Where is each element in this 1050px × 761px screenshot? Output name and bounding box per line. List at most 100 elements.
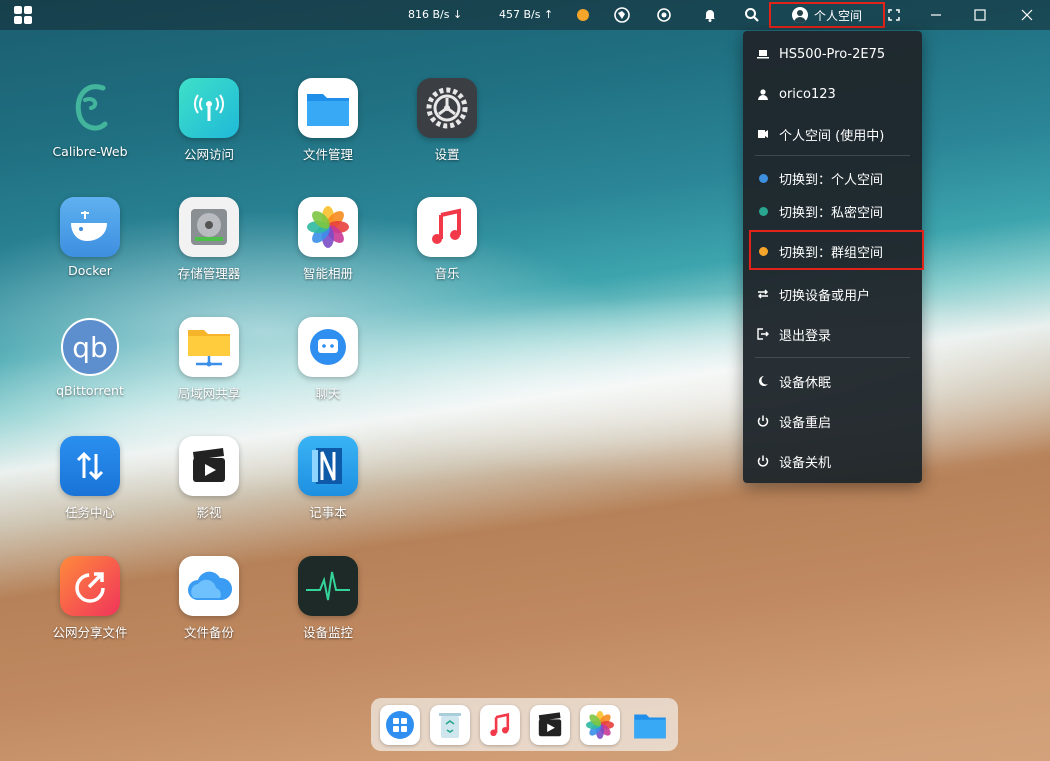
- private-space-dot: [758, 206, 768, 216]
- app-device-monitor[interactable]: 设备监控: [278, 556, 378, 656]
- fullscreen-icon[interactable]: [884, 5, 904, 25]
- dock-photos-icon[interactable]: [579, 704, 620, 745]
- maximize-button[interactable]: [970, 5, 990, 25]
- app-docker[interactable]: Docker: [40, 197, 140, 297]
- space-icon: [757, 128, 769, 140]
- storage-manager-icon: [179, 197, 239, 257]
- app-notepad[interactable]: 记事本: [278, 436, 378, 536]
- app-public-share[interactable]: 公网分享文件: [40, 556, 140, 656]
- app-label: 音乐: [434, 266, 460, 281]
- app-public-access[interactable]: 公网访问: [159, 78, 259, 178]
- start-menu-icon[interactable]: [14, 6, 32, 24]
- menu-restart[interactable]: 设备重启: [743, 407, 922, 435]
- username-label: orico123: [779, 86, 836, 102]
- video-icon: [179, 436, 239, 496]
- app-music[interactable]: 音乐: [397, 197, 497, 297]
- public-access-icon: [179, 78, 239, 138]
- user-icon: [757, 88, 769, 100]
- app-label: 公网访问: [183, 147, 234, 162]
- app-label: Docker: [68, 263, 112, 278]
- app-chat[interactable]: 聊天: [278, 317, 378, 417]
- notification-bell-icon[interactable]: [701, 6, 719, 24]
- user-avatar-icon: [791, 7, 808, 23]
- app-label: 设置: [434, 147, 460, 162]
- device-monitor-icon: [298, 556, 358, 616]
- power-icon: [757, 455, 769, 467]
- qbittorrent-icon: qb: [60, 317, 120, 377]
- dock-recycle-bin-icon[interactable]: [429, 704, 470, 745]
- file-backup-icon: [179, 556, 239, 616]
- file-manager-icon: [298, 78, 358, 138]
- task-center-icon: [60, 436, 120, 496]
- app-calibre-web[interactable]: Calibre-Web: [40, 78, 140, 178]
- search-icon[interactable]: [743, 6, 761, 24]
- app-label: 聊天: [315, 386, 341, 401]
- app-lan-share[interactable]: 局域网共享: [159, 317, 259, 417]
- svg-text:qb: qb: [72, 331, 108, 364]
- group-space-highlight: [749, 230, 924, 270]
- music-icon: [417, 197, 477, 257]
- switch-personal-label: 切换到：个人空间: [779, 172, 884, 188]
- app-label: Calibre-Web: [52, 144, 128, 159]
- settings-icon: [417, 78, 477, 138]
- space-switch-label: 个人空间: [813, 8, 862, 23]
- app-label: 智能相册: [302, 266, 353, 281]
- sleep-label: 设备休眠: [779, 375, 832, 391]
- menu-separator: [755, 357, 910, 358]
- app-file-backup[interactable]: 文件备份: [159, 556, 259, 656]
- dock: [371, 698, 678, 751]
- app-file-manager[interactable]: 文件管理: [278, 78, 378, 178]
- download-speed: 816 B/s ↓: [408, 8, 463, 21]
- restart-label: 设备重启: [779, 415, 832, 431]
- shutdown-label: 设备关机: [779, 455, 832, 471]
- public-share-icon: [60, 556, 120, 616]
- dock-video-icon[interactable]: [529, 704, 570, 745]
- current-space-label: 个人空间 (使用中): [779, 128, 885, 144]
- notepad-icon: [298, 436, 358, 496]
- app-smart-album[interactable]: 智能相册: [278, 197, 378, 297]
- menu-username: orico123: [743, 80, 922, 108]
- sync-icon[interactable]: [655, 6, 673, 24]
- switch-arrows-icon: [757, 288, 769, 300]
- app-label: 记事本: [309, 505, 347, 520]
- status-dot[interactable]: [577, 9, 589, 21]
- dock-file-manager-icon[interactable]: [630, 705, 670, 745]
- app-settings[interactable]: 设置: [397, 78, 497, 178]
- calibre-web-icon: [60, 78, 120, 138]
- top-bar: 816 B/s ↓ 457 B/s ↑ 个人空间: [0, 0, 1050, 30]
- app-task-center[interactable]: 任务中心: [40, 436, 140, 536]
- upload-speed: 457 B/s ↑: [499, 8, 554, 21]
- network-icon[interactable]: [613, 6, 631, 24]
- chat-icon: [298, 317, 358, 377]
- dock-music-icon[interactable]: [479, 704, 520, 745]
- space-switch-button[interactable]: 个人空间: [769, 2, 885, 28]
- app-storage-manager[interactable]: 存储管理器: [159, 197, 259, 297]
- menu-switch-personal[interactable]: 切换到：个人空间: [743, 164, 922, 192]
- menu-switch-private[interactable]: 切换到：私密空间: [743, 197, 922, 225]
- laptop-icon: [757, 48, 769, 60]
- lan-share-icon: [179, 317, 239, 377]
- app-video[interactable]: 影视: [159, 436, 259, 536]
- app-label: 文件备份: [183, 625, 234, 640]
- restart-icon: [757, 415, 769, 427]
- app-label: 任务中心: [64, 505, 115, 520]
- app-label: 文件管理: [302, 147, 353, 162]
- app-label: 存储管理器: [177, 266, 241, 281]
- app-qbittorrent[interactable]: qb qBittorrent: [40, 317, 140, 417]
- app-label: 公网分享文件: [52, 625, 128, 640]
- smart-album-icon: [298, 197, 358, 257]
- personal-space-dot: [758, 173, 768, 183]
- close-button[interactable]: [1017, 5, 1037, 25]
- menu-shutdown[interactable]: 设备关机: [743, 447, 922, 475]
- menu-logout[interactable]: 退出登录: [743, 320, 922, 348]
- dock-app-center-icon[interactable]: [379, 704, 420, 745]
- menu-switch-device-user[interactable]: 切换设备或用户: [743, 280, 922, 308]
- menu-sleep[interactable]: 设备休眠: [743, 367, 922, 395]
- app-label: qBittorrent: [56, 383, 124, 398]
- menu-separator: [755, 155, 910, 156]
- minimize-button[interactable]: [926, 5, 946, 25]
- app-label: 设备监控: [302, 625, 353, 640]
- docker-icon: [60, 197, 120, 257]
- switch-private-label: 切换到：私密空间: [779, 205, 884, 221]
- switch-device-user-label: 切换设备或用户: [779, 288, 871, 304]
